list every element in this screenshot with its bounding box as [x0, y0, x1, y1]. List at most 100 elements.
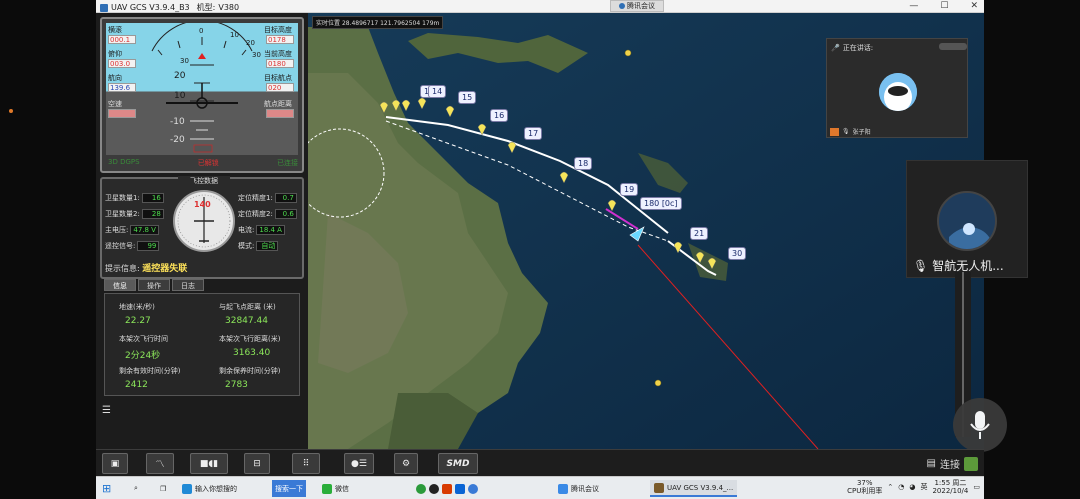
fc-row-voltage: 主电压: 47.8 V	[105, 225, 159, 235]
pitch-scale-30: 30	[180, 57, 189, 65]
microphone-button[interactable]	[953, 398, 1007, 452]
minimize-button[interactable]: —	[909, 1, 918, 11]
taskbar-pinned-apps[interactable]	[416, 480, 478, 497]
window-title: UAV GCS V3.9.4_B3	[111, 3, 190, 12]
fc-value: 16	[141, 193, 164, 203]
realtime-position: 实时位置 28.4896717 121.7962504 179m	[312, 16, 444, 29]
meeting-badge-icon	[619, 3, 625, 9]
fc-row-acc2: 定位精度2: 0.6	[238, 209, 297, 219]
flight-time-label: 本架次飞行时间	[119, 335, 168, 343]
screen: UAV GCS V3.9.4_B3 机型: V380 腾讯会议 — ☐ ✕ 0 …	[0, 0, 1080, 499]
fc-label: 定位精度1:	[238, 194, 273, 202]
arm-status: 已解锁	[197, 159, 219, 167]
task-view-button[interactable]: ❐	[160, 480, 166, 497]
heading-label: 航向	[108, 74, 122, 82]
taskbar-search-box[interactable]: 输入你想搜的	[182, 480, 272, 497]
screen-icon: ▣	[110, 458, 120, 469]
pitch-scale-neg20: -20	[170, 135, 185, 145]
user-list-button[interactable]: ●☰	[344, 453, 374, 474]
document-icon[interactable]: ▤	[927, 458, 936, 469]
search-icon: ⌕	[134, 484, 138, 492]
tab-info[interactable]: 信息	[104, 279, 136, 291]
start-button[interactable]: ⊞	[102, 480, 111, 497]
fc-label: 主电压:	[105, 226, 129, 234]
hint-label: 提示信息:	[105, 264, 140, 273]
flight-time-value: 2分24秒	[125, 351, 161, 361]
waypoint-label[interactable]: 19	[620, 183, 639, 196]
panel-controls[interactable]	[939, 43, 967, 50]
route-button[interactable]: 〽	[146, 453, 174, 474]
ground-speed-label: 地速(米/秒)	[119, 303, 155, 311]
airspeed-label: 空速	[108, 100, 122, 108]
flight-stats: 地速(米/秒) 22.27 与起飞点距离 (米) 32847.44 本架次飞行时…	[104, 293, 300, 396]
left-panel: 0 10 20 30 30 20 10 -10 -20 横滚 000.1 俯仰 …	[96, 13, 308, 449]
edge-icon	[182, 483, 192, 494]
waypoint-label[interactable]: 21	[690, 227, 709, 240]
participant-avatar	[937, 191, 997, 251]
grid-icon: ⠿	[302, 458, 310, 469]
settings-button[interactable]: ⚙	[394, 453, 418, 474]
clock[interactable]: 1:55 周二 2022/10/4	[932, 479, 968, 495]
close-button[interactable]: ✕	[970, 1, 978, 11]
waypoint-label[interactable]: 18	[574, 157, 593, 170]
tick-label-10: 10	[230, 31, 239, 39]
taskbar-tencent-meeting[interactable]: 腾讯会议	[558, 480, 599, 497]
link-status: 已连接	[277, 159, 298, 167]
target-alt-value: 0178	[266, 35, 294, 44]
waypoint-label[interactable]: 17	[524, 127, 543, 140]
bottom-toolbar: ▣ 〽 ■◖▮ ⊟ ⠿ ●☰ ⚙ SMD ▤ 连接	[96, 449, 984, 476]
distance-value: 32847.44	[225, 316, 268, 326]
tick-label-20: 20	[246, 39, 255, 47]
taskbar-wechat[interactable]: 微信	[322, 480, 349, 497]
wp-distance-label: 航点距离	[264, 100, 292, 108]
list-menu-icon[interactable]: ☰	[102, 405, 111, 416]
speaker-channel-icon	[830, 127, 839, 136]
screen-button[interactable]: ▣	[102, 453, 128, 474]
waypoint-label[interactable]: 180 [0c]	[640, 197, 682, 210]
toolbox-button[interactable]: ⊟	[244, 453, 270, 474]
tick-label-30: 30	[252, 51, 261, 59]
waypoint-label[interactable]: 14	[428, 85, 447, 98]
microphone-icon	[970, 411, 990, 439]
maintenance-time-label: 剩余保养时间(分钟)	[219, 367, 281, 375]
coords-label: 实时位置	[316, 20, 341, 27]
maximize-button[interactable]: ☐	[940, 1, 948, 11]
attitude-indicator: 0 10 20 30 30 20 10 -10 -20 横滚 000.1 俯仰 …	[106, 23, 298, 155]
flight-control-title: 飞控数据	[178, 176, 230, 186]
ime-label[interactable]: 英	[920, 482, 927, 492]
tray-chevron-icon[interactable]: ⌃	[887, 483, 893, 491]
fc-value: 自动	[256, 241, 279, 251]
waypoint-label[interactable]: 16	[490, 109, 509, 122]
gps-mode: 3D DGPS	[108, 158, 140, 166]
pitch-scale-20: 20	[174, 71, 186, 81]
tab-operation[interactable]: 操作	[138, 279, 170, 291]
wechat-label: 微信	[335, 484, 349, 493]
meeting-badge[interactable]: 腾讯会议	[610, 0, 664, 12]
search-icon-button[interactable]: ⌕	[134, 480, 138, 497]
roll-value: 000.1	[108, 35, 136, 44]
tab-log[interactable]: 日志	[172, 279, 204, 291]
flight-control-panel: 飞控数据 卫星数量1: 16 卫星数量2: 28 主电压: 47.8 V 遥控信…	[100, 176, 304, 279]
meeting-participant-tile[interactable]: 🎙 智航无人机...	[906, 160, 1028, 278]
camera-button[interactable]: ■◖▮	[190, 453, 228, 474]
cpu-percent: 37%	[856, 479, 873, 487]
connect-label[interactable]: 连接	[940, 456, 960, 471]
task-view-icon: ❐	[160, 484, 167, 493]
roll-label: 横滚	[108, 26, 122, 34]
waypoint-label[interactable]: 15	[458, 91, 477, 104]
waypoint-label[interactable]: 30	[728, 247, 747, 260]
connection-status-icon[interactable]	[964, 456, 978, 471]
notification-icon[interactable]: ▭	[973, 483, 980, 491]
taskbar-gcs-window[interactable]: UAV GCS V3.9.4_...	[650, 480, 738, 497]
speaker-avatar	[879, 73, 917, 111]
grid-button[interactable]: ⠿	[292, 453, 320, 474]
fc-label: 卫星数量1:	[105, 194, 140, 202]
fc-value: 99	[137, 241, 160, 251]
cpu-meter[interactable]: 37% CPU利用率	[847, 479, 882, 495]
smd-button[interactable]: SMD	[438, 453, 478, 474]
maintenance-time-value: 2783	[225, 380, 248, 390]
recording-dot	[9, 109, 13, 113]
search-go-button[interactable]: 搜索一下	[272, 480, 306, 497]
volume-icon[interactable]: ◕	[909, 483, 915, 491]
network-icon[interactable]: ◔	[898, 483, 904, 491]
